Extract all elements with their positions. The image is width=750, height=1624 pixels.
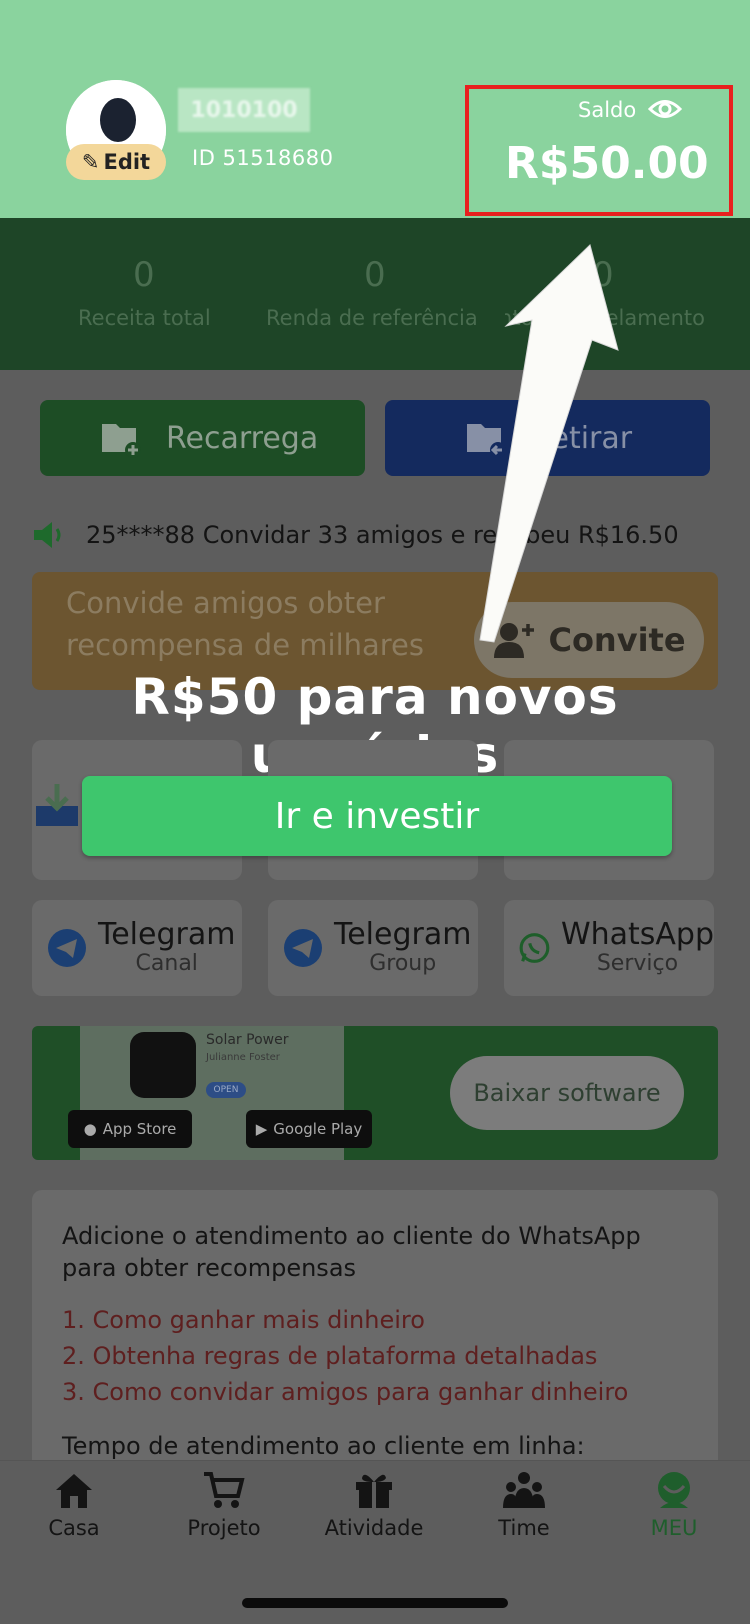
- tab-label: Time: [498, 1516, 550, 1540]
- tab-label: Atividade: [324, 1516, 424, 1540]
- app-name: Solar Power: [206, 1032, 289, 1048]
- support-item: 3. Como convidar amigos para ganhar dinh…: [62, 1378, 629, 1406]
- telegram-icon: [284, 929, 322, 967]
- support-heading: Adicione o atendimento ao cliente do Wha…: [62, 1222, 641, 1282]
- contact-title: WhatsApp: [560, 917, 714, 952]
- tab-atividade[interactable]: Atividade: [314, 1470, 434, 1550]
- telegram-channel-card[interactable]: Telegram Canal: [32, 900, 242, 996]
- team-icon: [503, 1472, 545, 1508]
- tab-label: Projeto: [187, 1516, 261, 1540]
- app-open-badge: OPEN: [206, 1082, 246, 1098]
- contact-sub: Canal: [135, 951, 198, 976]
- stat-third-label: Rendimento e parcelamento: [505, 306, 705, 330]
- pencil-icon: ✎: [81, 150, 100, 174]
- contact-title: Telegram: [98, 917, 236, 952]
- stat-referral-value: 0: [364, 255, 386, 295]
- telegram-group-card[interactable]: Telegram Group: [268, 900, 478, 996]
- gift-icon: [356, 1474, 392, 1508]
- google-play-button[interactable]: ▶ Google Play: [246, 1110, 372, 1148]
- telegram-icon: [48, 929, 86, 967]
- stat-referral-label: Renda de referência: [266, 306, 478, 330]
- download-software-button[interactable]: Baixar software: [450, 1056, 684, 1130]
- app-store-button[interactable]: ● App Store: [68, 1110, 192, 1148]
- cart-icon: [204, 1472, 245, 1508]
- contact-sub: Group: [369, 951, 437, 976]
- invest-button[interactable]: Ir e investir: [82, 776, 672, 856]
- tab-time[interactable]: Time: [464, 1470, 584, 1550]
- balance-value: R$50.00: [505, 138, 709, 189]
- edit-profile-button[interactable]: ✎ Edit: [66, 144, 166, 180]
- announcement-text: 25****88 Convidar 33 amigos e recebeu R$…: [86, 521, 679, 549]
- speaker-icon: [34, 522, 61, 548]
- eye-icon[interactable]: [648, 96, 682, 122]
- invite-button-label: Convite: [548, 621, 686, 659]
- stat-total-income-label: Receita total: [78, 306, 211, 330]
- recharge-button[interactable]: Recarrega: [40, 400, 365, 476]
- invite-button[interactable]: Convite: [474, 602, 704, 678]
- recharge-label: Recarrega: [166, 420, 319, 456]
- stat-total-income-value: 0: [133, 255, 155, 295]
- whatsapp-icon: [519, 933, 550, 963]
- apple-icon: ●: [83, 1120, 97, 1138]
- home-indicator: [242, 1598, 508, 1608]
- contact-sub: Serviço: [596, 951, 679, 976]
- whatsapp-service-card[interactable]: WhatsApp Serviço: [504, 900, 714, 996]
- folder-withdraw-icon: [467, 424, 506, 458]
- tab-casa[interactable]: Casa: [14, 1470, 134, 1550]
- tab-label: MEU: [650, 1516, 698, 1540]
- home-icon: [56, 1474, 92, 1508]
- username: 1010100: [178, 88, 310, 132]
- balance-label: Saldo: [578, 98, 637, 122]
- tab-meu[interactable]: MEU: [614, 1470, 734, 1550]
- play-icon: ▶: [255, 1120, 268, 1138]
- google-play-label: Google Play: [273, 1120, 363, 1138]
- add-user-icon: [494, 623, 535, 658]
- support-item: 1. Como ganhar mais dinheiro: [62, 1306, 425, 1334]
- app-icon: [130, 1032, 196, 1098]
- app-store-label: App Store: [102, 1120, 177, 1138]
- stat-third-value: 0: [592, 255, 614, 295]
- tab-label: Casa: [48, 1516, 100, 1540]
- user-id: ID 51518680: [192, 146, 334, 170]
- support-item: 2. Obtenha regras de plataforma detalhad…: [62, 1342, 598, 1370]
- tab-projeto[interactable]: Projeto: [164, 1470, 284, 1550]
- support-time-label: Tempo de atendimento ao cliente em linha…: [62, 1432, 585, 1460]
- contact-title: Telegram: [334, 917, 472, 952]
- withdraw-button[interactable]: Retirar: [385, 400, 710, 476]
- withdraw-label: Retirar: [531, 420, 633, 456]
- invite-text: Convide amigos obter recompensa de milha…: [66, 586, 425, 662]
- announcement-marquee: 25****88 Convidar 33 amigos e recebeu R$…: [30, 515, 720, 555]
- folder-add-icon: [102, 424, 141, 458]
- edit-label: Edit: [103, 150, 151, 174]
- download-icon: [36, 784, 78, 826]
- app-author: Julianne Foster: [206, 1052, 280, 1063]
- profile-icon: [658, 1472, 690, 1508]
